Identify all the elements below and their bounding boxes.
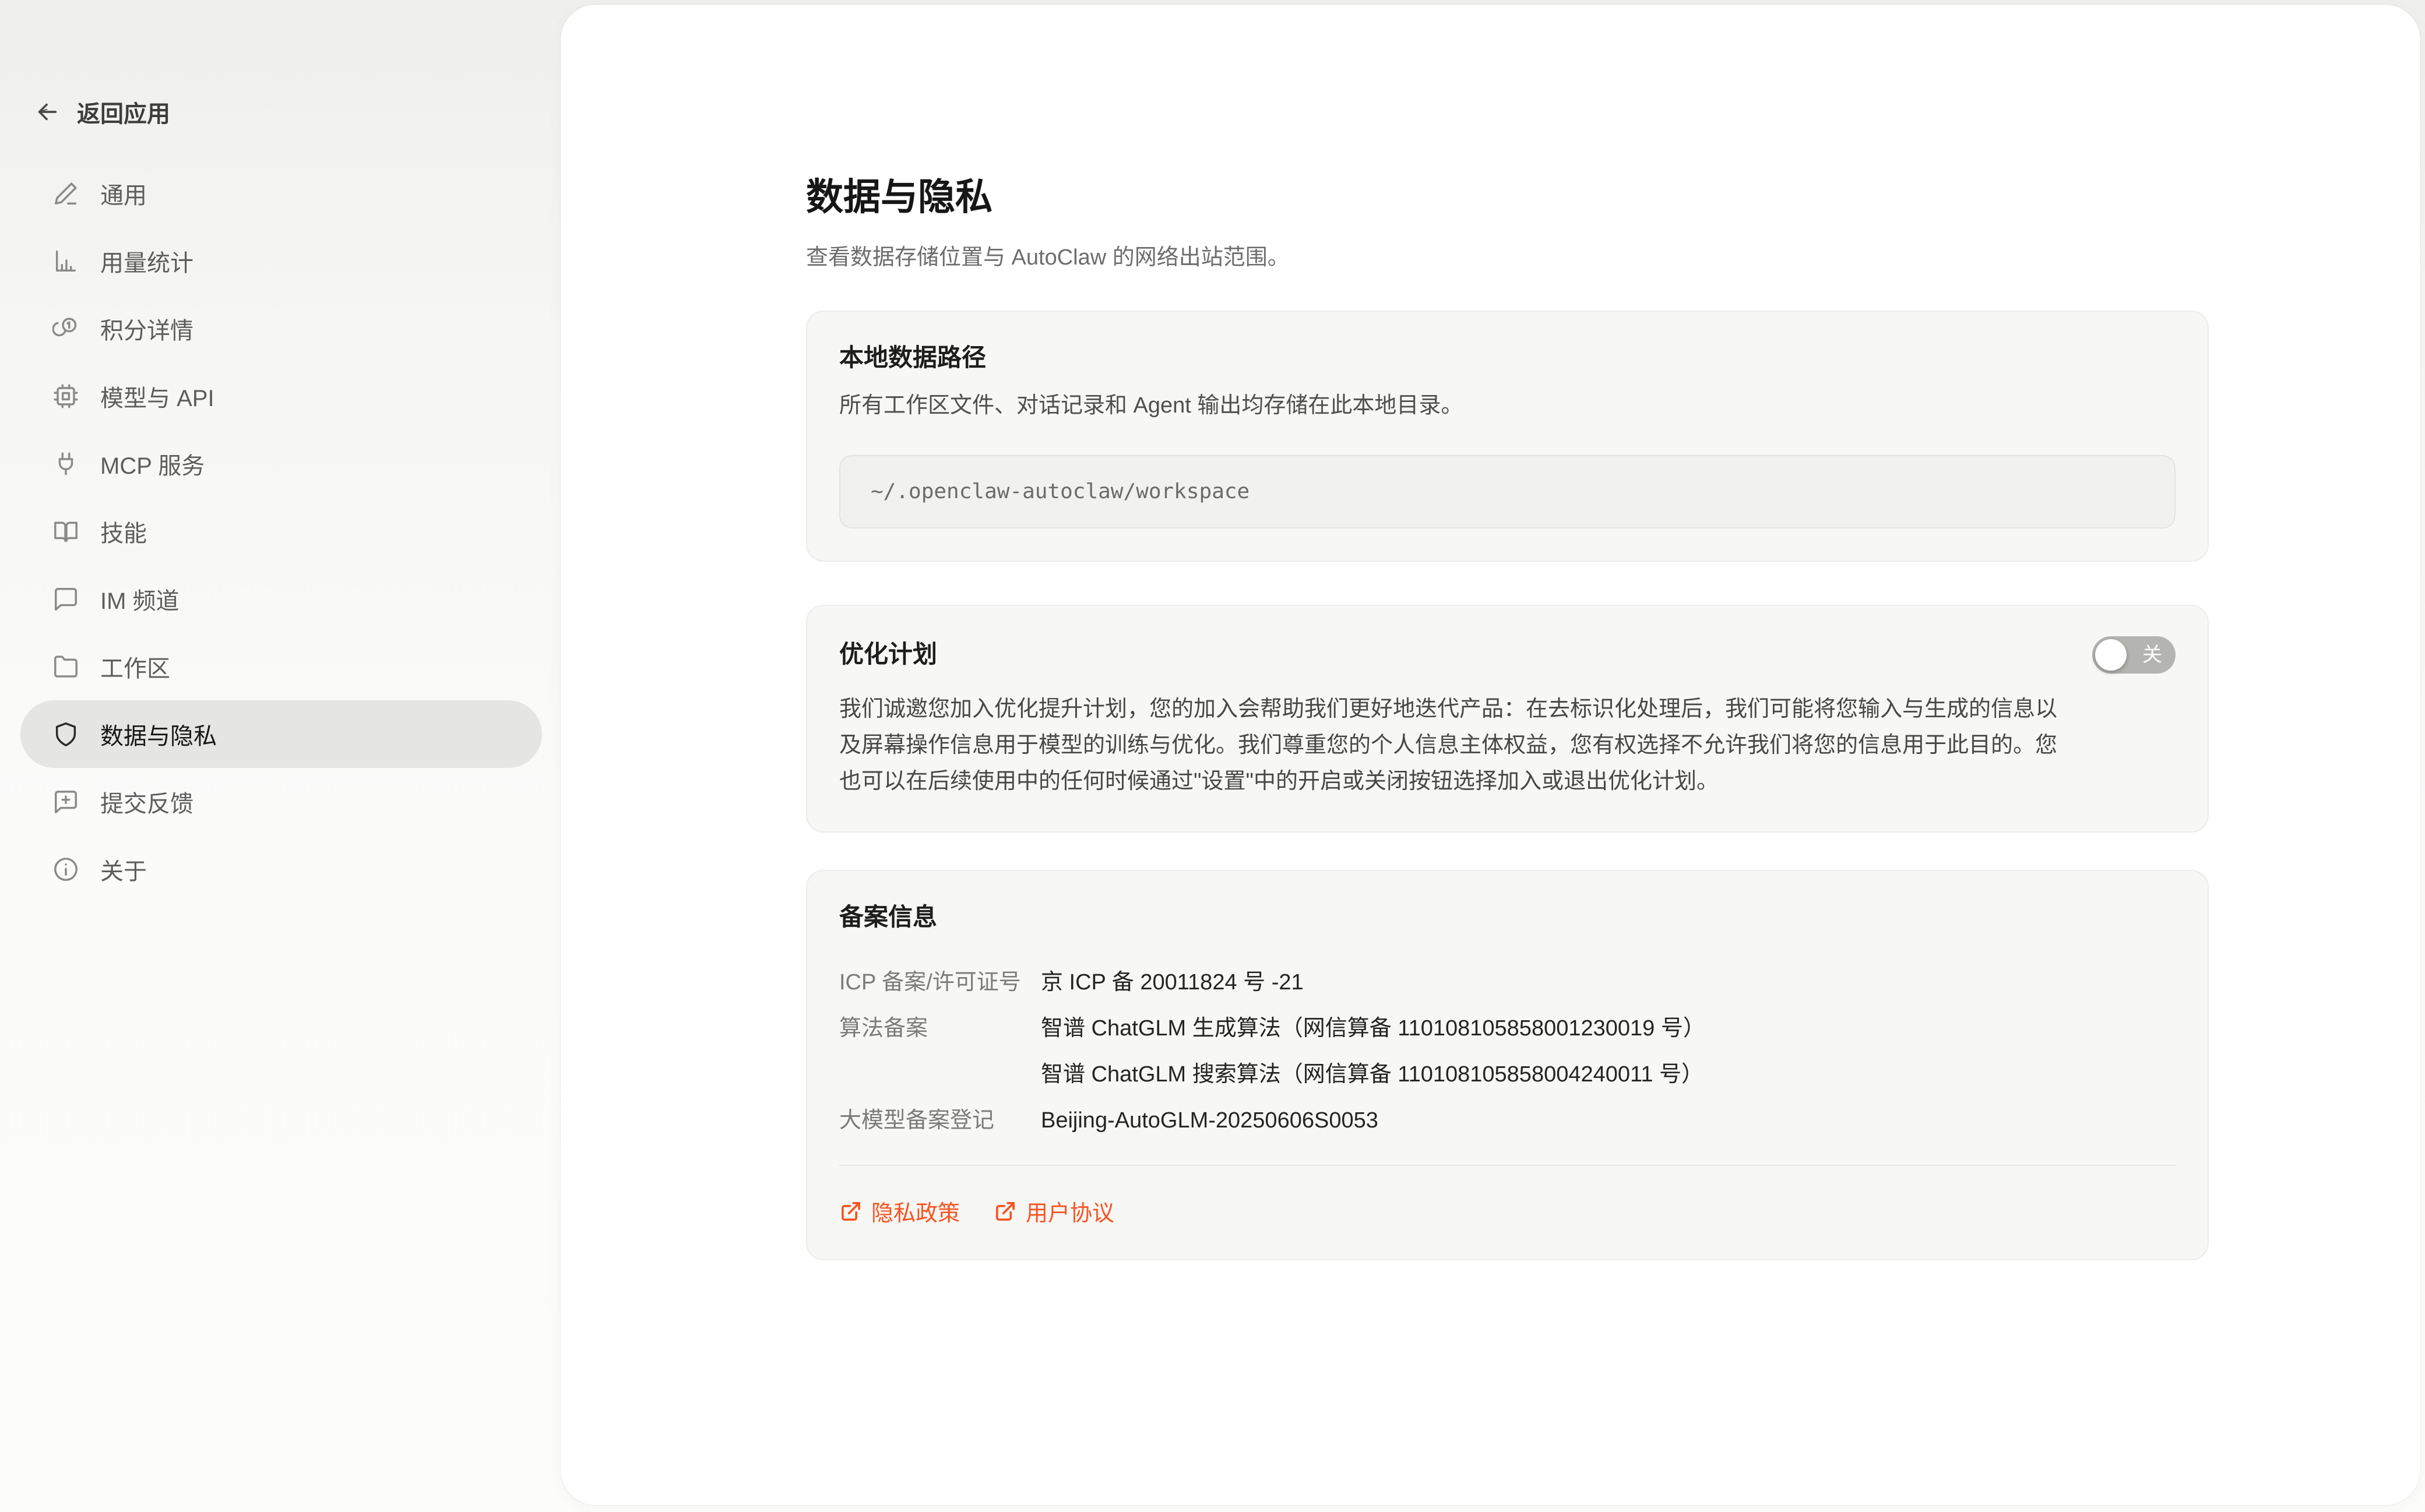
filing-row-label: ICP 备案/许可证号 <box>839 960 1041 1006</box>
toggle-knob <box>2095 639 2127 671</box>
sidebar-item-data-privacy[interactable]: 数据与隐私 <box>20 700 542 768</box>
filing-row-value: 智谱 ChatGLM 搜索算法（网信算备 1101081058580042400… <box>1041 1052 2176 1098</box>
sidebar-item-label: 积分详情 <box>100 312 193 346</box>
sidebar-item-label: 工作区 <box>100 650 170 683</box>
sidebar-item-label: MCP 服务 <box>100 447 205 481</box>
sidebar-item-about[interactable]: 关于 <box>20 836 542 903</box>
sidebar-item-workspace[interactable]: 工作区 <box>20 633 542 700</box>
arrow-left-icon <box>34 98 61 125</box>
toggle-state-label: 关 <box>2142 645 2162 665</box>
plug-icon <box>52 450 79 477</box>
divider <box>839 1165 2176 1166</box>
sidebar-item-label: 提交反馈 <box>100 785 193 819</box>
sidebar-item-label: 关于 <box>100 852 147 886</box>
data-privacy-page: 数据与隐私 查看数据存储位置与 AutoClaw 的网络出站范围。 本地数据路径… <box>806 5 2209 1260</box>
sidebar-item-label: 模型与 API <box>100 379 214 413</box>
chat-bubble-icon <box>52 586 79 612</box>
filing-row-algorithm: 算法备案 智谱 ChatGLM 生成算法（网信算备 11010810585800… <box>839 1006 2176 1098</box>
user-agreement-label: 用户协议 <box>1026 1195 1114 1227</box>
sidebar-item-label: 通用 <box>100 177 147 210</box>
main-panel: 数据与隐私 查看数据存储位置与 AutoClaw 的网络出站范围。 本地数据路径… <box>561 5 2420 1505</box>
filing-row-value: 智谱 ChatGLM 生成算法（网信算备 1101081058580012300… <box>1041 1006 2176 1052</box>
policy-links: 隐私政策 用户协议 <box>839 1195 2176 1227</box>
app-root: { "colors": { "accent_link": "#fa5320", … <box>0 0 2425 1512</box>
pencil-icon <box>52 180 79 207</box>
sidebar-item-label: IM 频道 <box>100 582 180 616</box>
user-agreement-link[interactable]: 用户协议 <box>994 1195 1114 1227</box>
filing-row-label: 算法备案 <box>839 1006 1041 1098</box>
sidebar-item-general[interactable]: 通用 <box>20 160 542 227</box>
sidebar-item-credits[interactable]: 积分详情 <box>20 295 542 362</box>
external-link-icon <box>839 1200 863 1223</box>
folder-icon <box>52 653 79 680</box>
local-data-path-description: 所有工作区文件、对话记录和 Agent 输出均存储在此本地目录。 <box>839 389 2176 422</box>
info-icon <box>52 856 79 883</box>
local-data-path-card: 本地数据路径 所有工作区文件、对话记录和 Agent 输出均存储在此本地目录。 … <box>806 311 2209 562</box>
optimization-plan-card: 优化计划 关 我们诚邀您加入优化提升计划，您的加入会帮助我们更好地迭代产品：在去… <box>806 605 2209 833</box>
optimization-plan-body: 我们诚邀您加入优化提升计划，您的加入会帮助我们更好地迭代产品：在去标识化处理后，… <box>839 691 2066 799</box>
filing-rows: ICP 备案/许可证号 京 ICP 备 20011824 号 -21 算法备案 … <box>839 960 2176 1144</box>
shield-icon <box>52 721 79 748</box>
page-subtitle: 查看数据存储位置与 AutoClaw 的网络出站范围。 <box>806 241 2209 274</box>
filing-row-icp: ICP 备案/许可证号 京 ICP 备 20011824 号 -21 <box>839 960 2176 1006</box>
back-to-app-label: 返回应用 <box>77 95 170 129</box>
privacy-policy-label: 隐私政策 <box>871 1195 960 1227</box>
sidebar-item-mcp-services[interactable]: MCP 服务 <box>20 430 542 498</box>
local-data-path-value: ~/.openclaw-autoclaw/workspace <box>871 480 1250 503</box>
back-to-app-button[interactable]: 返回应用 <box>34 95 170 129</box>
filing-info-card: 备案信息 ICP 备案/许可证号 京 ICP 备 20011824 号 -21 … <box>806 870 2209 1261</box>
optimization-plan-title: 优化计划 <box>839 639 937 671</box>
optimization-plan-toggle[interactable]: 关 <box>2092 636 2176 674</box>
external-link-icon <box>994 1200 1017 1223</box>
settings-sidebar: 返回应用 通用 用量统计 积分详情 模型与 API <box>0 0 561 1512</box>
sidebar-item-usage-stats[interactable]: 用量统计 <box>20 227 542 295</box>
sidebar-item-label: 技能 <box>100 514 147 548</box>
sidebar-item-feedback[interactable]: 提交反馈 <box>20 768 542 836</box>
filing-row-value: 京 ICP 备 20011824 号 -21 <box>1041 960 2176 1006</box>
sidebar-item-skills[interactable]: 技能 <box>20 498 542 565</box>
cpu-chip-icon <box>52 383 79 410</box>
filing-row-value: Beijing-AutoGLM-20250606S0053 <box>1041 1098 2176 1144</box>
feedback-message-plus-icon <box>52 788 79 815</box>
sidebar-nav: 通用 用量统计 积分详情 模型与 API MCP 服务 <box>20 160 542 903</box>
bar-chart-icon <box>52 248 79 274</box>
local-data-path-field[interactable]: ~/.openclaw-autoclaw/workspace <box>839 455 2176 528</box>
sidebar-item-models-api[interactable]: 模型与 API <box>20 362 542 430</box>
sidebar-item-label: 数据与隐私 <box>100 717 217 751</box>
filing-row-label: 大模型备案登记 <box>839 1098 1041 1144</box>
filing-info-title: 备案信息 <box>839 901 2176 933</box>
book-open-icon <box>52 518 79 545</box>
sidebar-item-label: 用量统计 <box>100 244 193 278</box>
optimization-plan-header: 优化计划 关 <box>839 636 2176 674</box>
privacy-policy-link[interactable]: 隐私政策 <box>839 1195 960 1227</box>
page-title: 数据与隐私 <box>806 174 2209 220</box>
filing-row-large-model: 大模型备案登记 Beijing-AutoGLM-20250606S0053 <box>839 1098 2176 1144</box>
coins-icon <box>52 315 79 342</box>
sidebar-item-im-channels[interactable]: IM 频道 <box>20 565 542 633</box>
local-data-path-title: 本地数据路径 <box>839 342 2176 374</box>
